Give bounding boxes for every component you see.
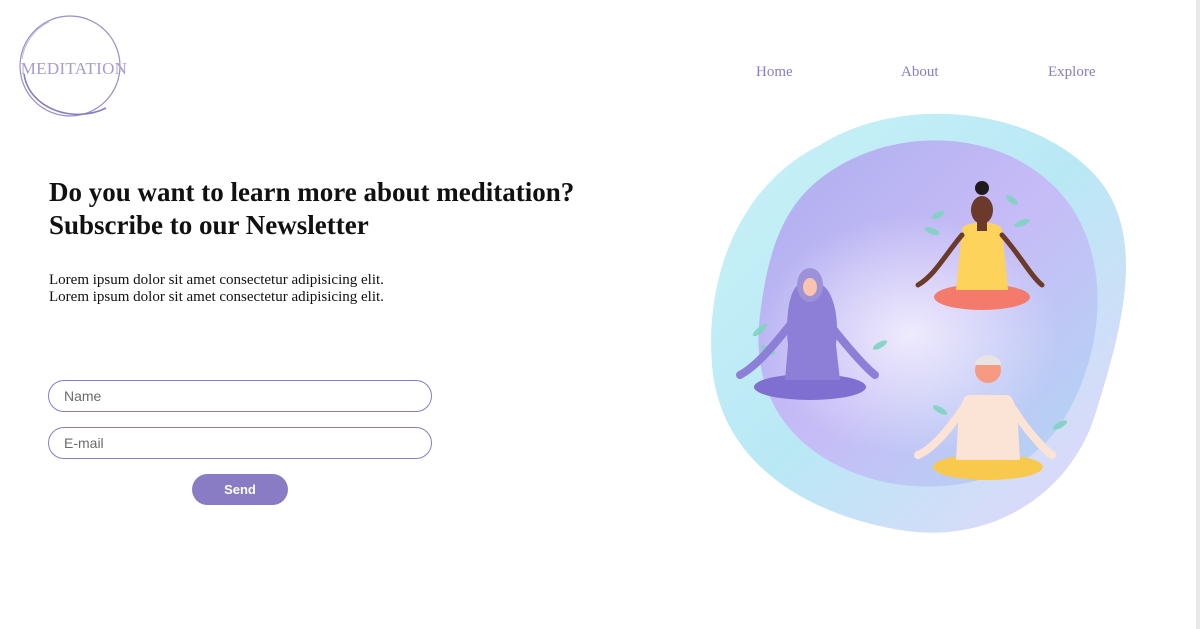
intro-text: Lorem ipsum dolor sit amet consectetur a… [49, 272, 569, 306]
scrollbar[interactable] [1196, 0, 1200, 629]
nav-home[interactable]: Home [756, 64, 793, 81]
page-title: Do you want to learn more about meditati… [49, 176, 649, 242]
headline-line-1: Do you want to learn more about meditati… [49, 177, 575, 207]
top-nav: Home About Explore [0, 64, 1200, 84]
email-field[interactable] [48, 427, 432, 459]
name-field[interactable] [48, 380, 432, 412]
intro-line-1: Lorem ipsum dolor sit amet consectetur a… [49, 272, 384, 288]
send-button[interactable]: Send [192, 474, 288, 505]
intro-line-2: Lorem ipsum dolor sit amet consectetur a… [49, 289, 384, 305]
nav-about[interactable]: About [901, 64, 939, 81]
headline-line-2: Subscribe to our Newsletter [49, 210, 369, 240]
nav-explore[interactable]: Explore [1048, 64, 1095, 81]
meditation-illustration [711, 113, 1126, 533]
